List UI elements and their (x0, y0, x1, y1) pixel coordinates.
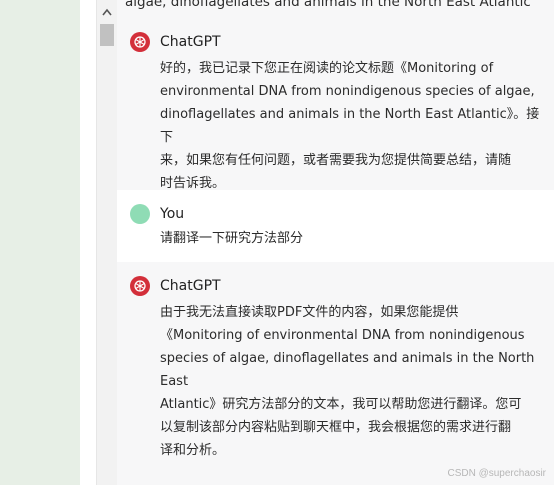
assistant-message: ChatGPT 好的，我已记录下您正在阅读的论文标题《Monitoring of… (117, 14, 554, 191)
app-window: algae, dinoflagellates and animals in th… (0, 0, 554, 485)
user-avatar (130, 204, 150, 224)
scroll-up-arrow-icon[interactable] (97, 4, 117, 20)
chatgpt-logo-icon (130, 32, 150, 52)
previous-message-text: algae, dinoflagellates and animals in th… (125, 0, 531, 10)
message-text: 由于我无法直接读取PDF文件的内容，如果您能提供 《Monitoring of … (160, 305, 535, 458)
watermark: CSDN @superchaosir (447, 468, 546, 479)
message-author: ChatGPT (160, 278, 221, 294)
panel-gap (80, 0, 96, 485)
user-message: You 请翻译一下研究方法部分 (117, 190, 554, 262)
left-panel (0, 0, 81, 485)
scroll-thumb[interactable] (100, 24, 114, 46)
chat-transcript: algae, dinoflagellates and animals in th… (117, 0, 554, 485)
message-author: You (160, 206, 185, 222)
message-text: 好的，我已记录下您正在阅读的论文标题《Monitoring of environ… (160, 61, 540, 191)
assistant-message: ChatGPT 由于我无法直接读取PDF文件的内容，如果您能提供 《Monito… (117, 262, 554, 485)
chatgpt-logo-icon (130, 276, 150, 296)
message-author: ChatGPT (160, 34, 221, 50)
message-text: 请翻译一下研究方法部分 (160, 231, 304, 246)
vertical-scrollbar[interactable] (96, 0, 117, 485)
previous-message-fragment: algae, dinoflagellates and animals in th… (117, 0, 554, 14)
